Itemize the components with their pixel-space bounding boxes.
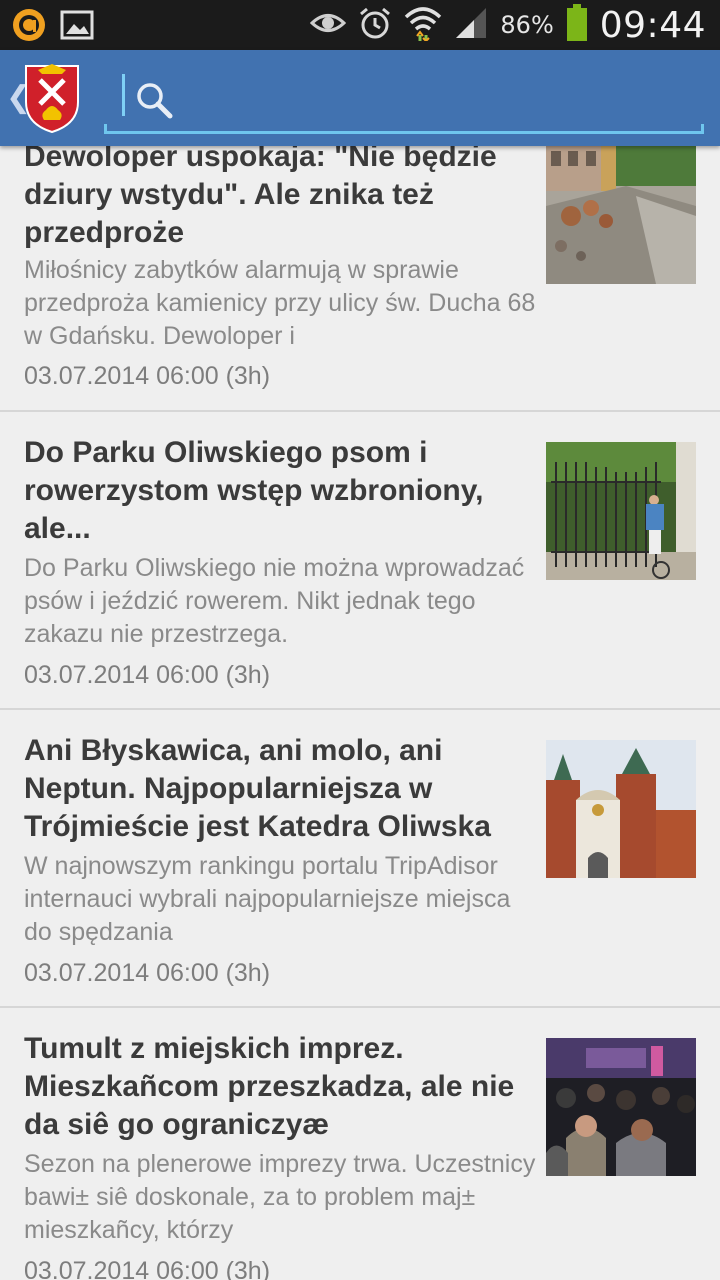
news-summary: Do Parku Oliwskiego nie można wprowadzać… <box>24 554 525 648</box>
news-date: 03.07.2014 06:00 (3h) <box>24 1257 271 1280</box>
signal-icon <box>454 6 488 45</box>
news-date: 03.07.2014 06:00 (3h) <box>24 362 271 390</box>
news-item[interactable]: Ani Błyskawica, ani molo, ani Neptun. Na… <box>0 712 720 1008</box>
clock: 09:44 <box>599 4 706 46</box>
news-list[interactable]: Dewoloper uspokaja: "Nie będzie dziury w… <box>0 146 720 1280</box>
news-date: 03.07.2014 06:00 (3h) <box>24 959 271 987</box>
image-icon <box>60 8 94 47</box>
search-bar[interactable] <box>104 68 704 134</box>
action-bar: ❮ <box>0 50 720 146</box>
news-title: Ani Błyskawica, ani molo, ani Neptun. Na… <box>24 734 491 843</box>
news-date: 03.07.2014 06:00 (3h) <box>24 661 271 689</box>
concert-crowd-photo <box>546 1038 696 1176</box>
news-summary: Miłośnicy zabytków alarmują w sprawie pr… <box>24 256 536 350</box>
eye-icon <box>310 10 347 41</box>
news-summary: W najnowszym rankingu portalu TripAdisor… <box>24 852 511 946</box>
battery-icon <box>566 3 588 47</box>
news-item[interactable]: Dewoloper uspokaja: "Nie będzie dziury w… <box>0 146 720 412</box>
search-icon[interactable] <box>134 80 174 120</box>
news-title: Dewoloper uspokaja: "Nie będzie dziury w… <box>24 146 497 249</box>
search-input[interactable] <box>180 76 684 122</box>
alarm-icon <box>358 6 392 45</box>
park-gate-cyclist-photo <box>546 442 696 580</box>
battery-percent: 86% <box>500 11 554 39</box>
status-bar: 86% 09:44 <box>0 0 720 50</box>
news-title: Tumult z miejskich imprez. Mieszkañcom p… <box>24 1032 515 1141</box>
oliwa-cathedral-photo <box>546 740 696 878</box>
text-cursor <box>122 74 125 116</box>
news-title: Do Parku Oliwskiego psom i rowerzystom w… <box>24 436 484 545</box>
street-construction-photo <box>546 146 696 284</box>
news-summary: Sezon na plenerowe imprezy trwa. Uczestn… <box>24 1150 536 1244</box>
gdansk-crest-logo[interactable] <box>22 62 82 134</box>
wifi-icon <box>404 5 442 46</box>
app-notification-icon <box>12 8 46 47</box>
search-underline <box>104 124 704 134</box>
news-item[interactable]: Do Parku Oliwskiego psom i rowerzystom w… <box>0 414 720 710</box>
news-item[interactable]: Tumult z miejskich imprez. Mieszkañcom p… <box>0 1010 720 1280</box>
